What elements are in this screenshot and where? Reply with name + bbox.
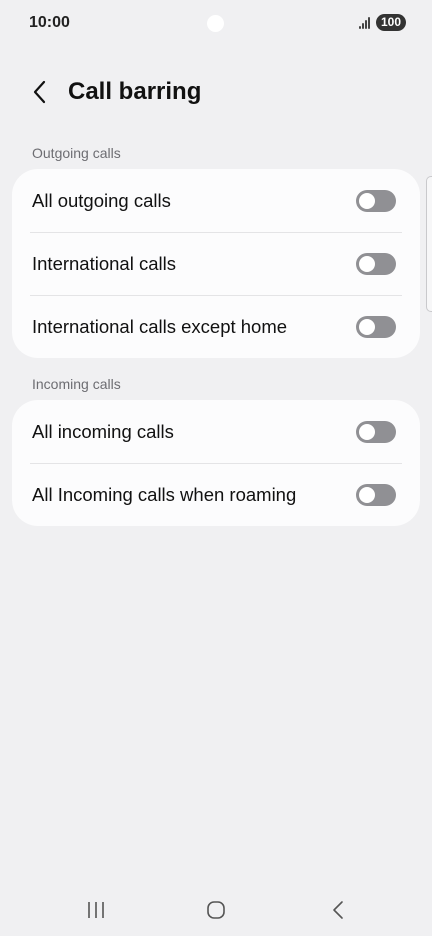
incoming-roaming-toggle[interactable]: [356, 484, 396, 506]
status-time: 10:00: [29, 14, 70, 31]
toggle-knob: [359, 487, 375, 503]
setting-row-all-outgoing[interactable]: All outgoing calls: [12, 169, 420, 232]
app-bar: Call barring: [0, 68, 432, 116]
all-outgoing-toggle[interactable]: [356, 190, 396, 212]
front-camera: [207, 15, 224, 32]
setting-label: International calls: [32, 252, 176, 274]
toggle-knob: [359, 256, 375, 272]
edge-panel-handle[interactable]: [426, 176, 432, 312]
battery-icon: 100: [376, 14, 407, 31]
back-icon: [333, 901, 343, 919]
setting-label: All incoming calls: [32, 420, 174, 442]
incoming-calls-card: All incoming calls All Incoming calls wh…: [12, 400, 420, 526]
status-bar: 10:00 100: [0, 0, 432, 46]
toggle-knob: [359, 193, 375, 209]
setting-row-international-except-home[interactable]: International calls except home: [12, 295, 420, 358]
setting-label: International calls except home: [32, 315, 288, 337]
recent-apps-icon: [88, 902, 104, 918]
recent-apps-button[interactable]: [76, 896, 116, 924]
divider: [30, 232, 402, 233]
battery-level: 100: [381, 15, 402, 29]
setting-row-international[interactable]: International calls: [12, 232, 420, 295]
page-title: Call barring: [68, 78, 202, 105]
system-back-button[interactable]: [318, 896, 358, 924]
chevron-left-icon: [33, 80, 46, 104]
setting-label: All outgoing calls: [32, 189, 171, 211]
home-icon: [207, 901, 225, 919]
setting-label: All Incoming calls when roaming: [32, 483, 297, 505]
back-button[interactable]: [24, 76, 56, 108]
outgoing-calls-card: All outgoing calls International calls I…: [12, 169, 420, 358]
section-label-incoming: Incoming calls: [32, 376, 121, 392]
toggle-knob: [359, 319, 375, 335]
divider: [30, 463, 402, 464]
home-button[interactable]: [196, 896, 236, 924]
divider: [30, 295, 402, 296]
setting-row-all-incoming[interactable]: All incoming calls: [12, 400, 420, 463]
international-except-home-toggle[interactable]: [356, 316, 396, 338]
signal-icon: [359, 17, 373, 29]
toggle-knob: [359, 424, 375, 440]
all-incoming-toggle[interactable]: [356, 421, 396, 443]
international-toggle[interactable]: [356, 253, 396, 275]
navigation-bar: [0, 880, 432, 936]
setting-row-incoming-roaming[interactable]: All Incoming calls when roaming: [12, 463, 420, 526]
section-label-outgoing: Outgoing calls: [32, 145, 121, 161]
screen: 10:00 100 Call barring Outgoing calls Al…: [0, 0, 432, 936]
